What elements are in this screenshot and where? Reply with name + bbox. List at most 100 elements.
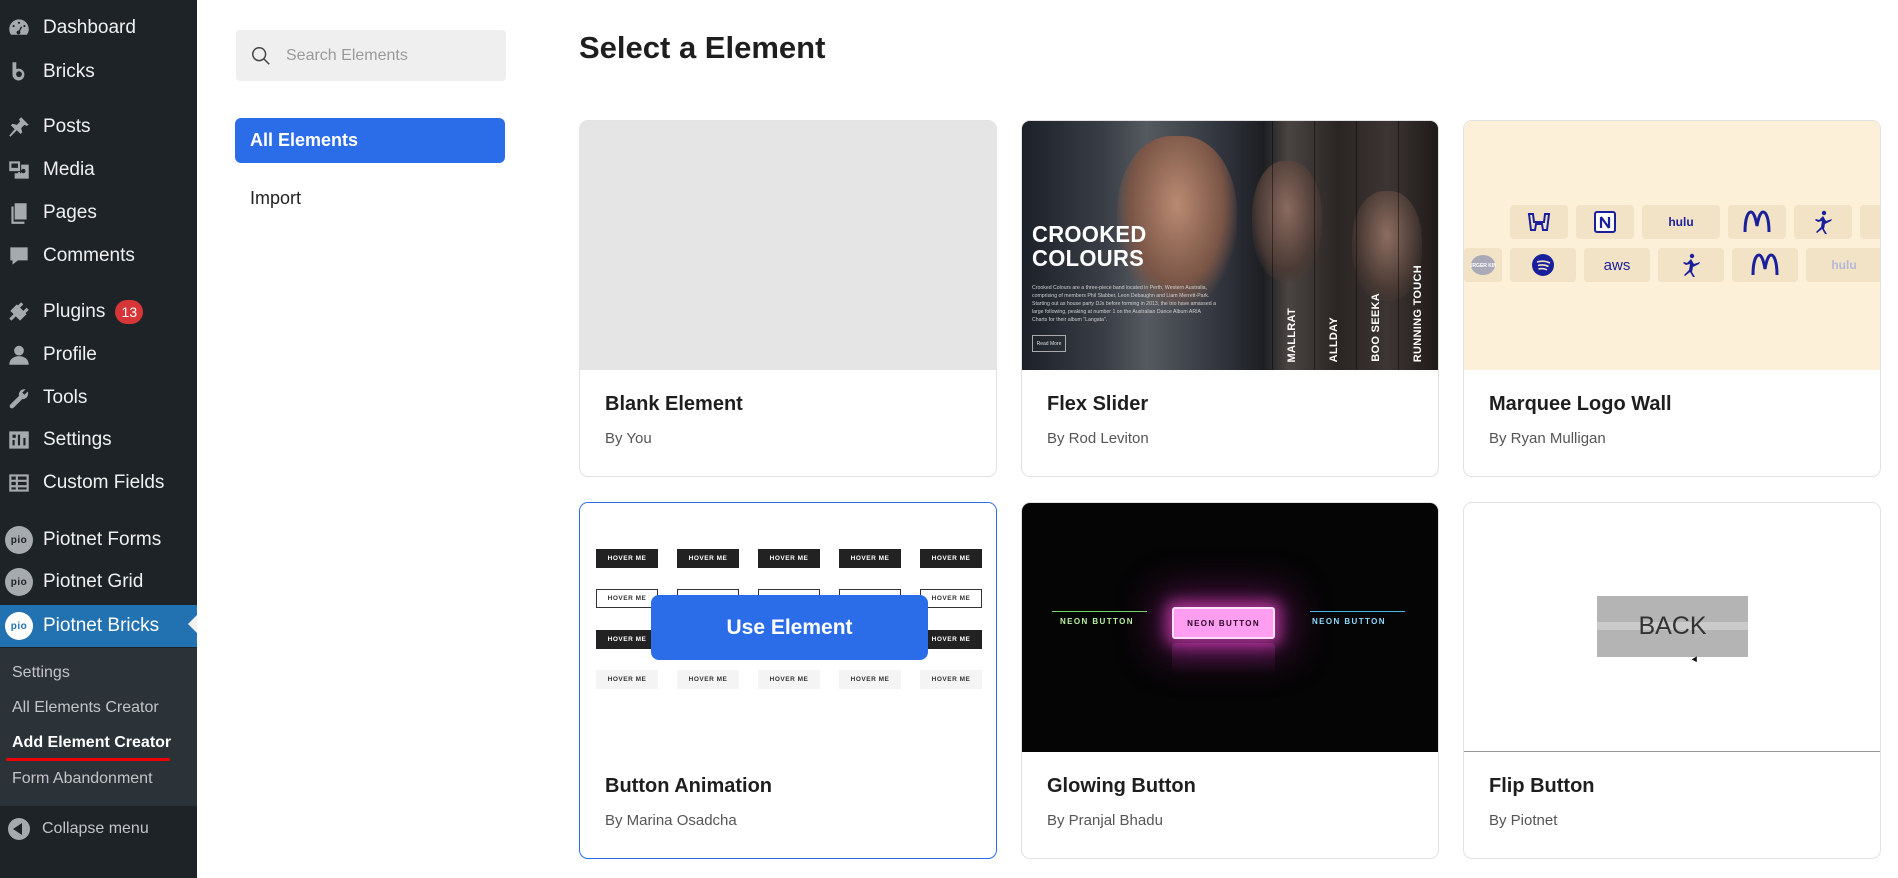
- portrait-photo: [1252, 161, 1322, 281]
- hover-me-sample: HOVER ME: [920, 549, 982, 568]
- sidebar-item-custom-fields[interactable]: Custom Fields: [0, 464, 197, 502]
- sidebar-item-piotnet-forms[interactable]: pio Piotnet Forms: [0, 521, 197, 559]
- submenu-item-add-element-creator[interactable]: Add Element Creator: [12, 728, 171, 758]
- logo-tile-partial: [1860, 205, 1880, 239]
- bricks-icon: [5, 58, 33, 86]
- element-card-flex-slider[interactable]: CROOKED COLOURS Crooked Colours are a thr…: [1021, 120, 1439, 477]
- sidebar-item-label: Plugins: [43, 301, 106, 322]
- card-author: By Rod Leviton: [1047, 430, 1149, 447]
- table-icon: [5, 469, 33, 497]
- slide-vertical-label: MALLRAT: [1286, 307, 1298, 362]
- slide-divider: [1314, 121, 1315, 370]
- dashboard-icon: [5, 14, 33, 42]
- submenu-item-all-elements-creator[interactable]: All Elements Creator: [12, 693, 159, 723]
- card-title: Marquee Logo Wall: [1489, 393, 1672, 415]
- submenu-item-settings[interactable]: Settings: [12, 658, 70, 688]
- card-preview: BACK: [1464, 503, 1880, 752]
- slide-title: CROOKED COLOURS: [1032, 220, 1147, 272]
- sidebar-item-label: Tools: [43, 387, 88, 408]
- sidebar-item-label: Settings: [43, 429, 112, 450]
- sidebar-item-label: Custom Fields: [43, 472, 165, 493]
- hover-me-sample: HOVER ME: [920, 670, 982, 689]
- card-author: By Marina Osadcha: [605, 812, 737, 829]
- sidebar-item-dashboard[interactable]: Dashboard: [0, 9, 197, 47]
- collapse-menu-button[interactable]: Collapse menu: [8, 812, 149, 846]
- mcdonalds-logo: [1732, 248, 1798, 282]
- piotnet-bricks-submenu: Settings All Elements Creator Add Elemen…: [0, 648, 197, 806]
- card-title: Blank Element: [605, 393, 743, 415]
- slide-divider: [1272, 121, 1273, 370]
- pin-icon: [5, 113, 33, 141]
- pio-icon: pio: [5, 526, 33, 554]
- spotify-logo: [1510, 248, 1576, 282]
- sidebar-item-label: Posts: [43, 116, 91, 137]
- hover-me-sample: HOVER ME: [839, 549, 901, 568]
- element-card-flip-button[interactable]: BACK Flip Button By Piotnet: [1463, 502, 1881, 859]
- element-card-blank[interactable]: Blank Element By You: [579, 120, 997, 477]
- aws-logo: aws: [1584, 248, 1650, 282]
- card-title: Flex Slider: [1047, 393, 1149, 415]
- slide-vertical-label: RUNNING TOUCH: [1412, 264, 1424, 362]
- admin-sidebar: Dashboard Bricks Posts Media Pages Comme…: [0, 0, 197, 878]
- sidebar-item-media[interactable]: Media: [0, 151, 197, 189]
- hover-me-sample: HOVER ME: [677, 549, 739, 568]
- card-title: Button Animation: [605, 775, 773, 797]
- sidebar-item-label: Bricks: [43, 61, 95, 82]
- pio-icon: pio: [5, 568, 33, 596]
- element-card-marquee-logo-wall[interactable]: hulu BURGER KING aws hulu Marquee Logo W…: [1463, 120, 1881, 477]
- jordan-logo: [1794, 205, 1852, 239]
- sidebar-item-piotnet-bricks[interactable]: pio Piotnet Bricks: [0, 605, 197, 647]
- collapse-arrow-icon: [8, 818, 30, 840]
- slide-divider: [1398, 121, 1399, 370]
- sidebar-item-plugins[interactable]: Plugins 13: [0, 293, 197, 331]
- filter-import[interactable]: Import: [250, 184, 301, 212]
- card-author: By Pranjal Bhadu: [1047, 812, 1163, 829]
- sidebar-item-piotnet-grid[interactable]: pio Piotnet Grid: [0, 563, 197, 601]
- sidebar-item-bricks[interactable]: Bricks: [0, 53, 197, 91]
- sidebar-item-settings[interactable]: Settings: [0, 421, 197, 459]
- element-card-glowing-button[interactable]: NEON BUTTON NEON BUTTON NEON BUTTON Glow…: [1021, 502, 1439, 859]
- hover-me-sample: HOVER ME: [677, 670, 739, 689]
- neon-button-center: NEON BUTTON: [1172, 607, 1275, 639]
- jordan-logo: [1658, 248, 1724, 282]
- hover-me-sample: HOVER ME: [596, 630, 658, 649]
- hulu-logo: hulu: [1642, 205, 1720, 239]
- plugin-icon: [5, 298, 33, 326]
- card-preview: hulu BURGER KING aws hulu: [1464, 121, 1880, 370]
- search-input[interactable]: [286, 46, 486, 65]
- card-author: By Ryan Mulligan: [1489, 430, 1606, 447]
- user-icon: [5, 341, 33, 369]
- search-icon: [252, 46, 270, 65]
- slide-divider: [1356, 121, 1357, 370]
- settings-icon: [5, 426, 33, 454]
- burger-king-logo: BURGER KING: [1464, 248, 1502, 282]
- sidebar-item-pages[interactable]: Pages: [0, 194, 197, 232]
- card-preview: NEON BUTTON NEON BUTTON NEON BUTTON: [1022, 503, 1438, 752]
- page-title: Select a Element: [579, 30, 826, 65]
- sidebar-item-profile[interactable]: Profile: [0, 336, 197, 374]
- sidebar-item-label: Pages: [43, 202, 97, 223]
- media-icon: [5, 156, 33, 184]
- hulu-logo-faded: hulu: [1806, 248, 1880, 282]
- sidebar-item-label: Piotnet Grid: [43, 571, 144, 592]
- neon-reflection: [1172, 643, 1275, 673]
- submenu-item-form-abandonment[interactable]: Form Abandonment: [12, 764, 153, 794]
- sidebar-item-tools[interactable]: Tools: [0, 379, 197, 417]
- hover-me-sample: HOVER ME: [758, 549, 820, 568]
- sidebar-item-label: Profile: [43, 344, 97, 365]
- slide-vertical-label: ALLDAY: [1328, 316, 1340, 362]
- use-element-button[interactable]: Use Element: [651, 595, 928, 660]
- sidebar-item-comments[interactable]: Comments: [0, 237, 197, 275]
- element-card-button-animation[interactable]: HOVER ME HOVER ME HOVER ME HOVER ME HOVER ME…: [579, 502, 997, 859]
- slide-body-text: Crooked Colours are a three-piece band l…: [1032, 285, 1216, 323]
- filter-all-elements[interactable]: All Elements: [235, 118, 505, 163]
- sidebar-item-label: Piotnet Forms: [43, 529, 162, 550]
- card-title: Flip Button: [1489, 775, 1595, 797]
- sidebar-item-posts[interactable]: Posts: [0, 108, 197, 146]
- search-field[interactable]: [236, 30, 506, 81]
- hover-me-sample: HOVER ME: [596, 549, 658, 568]
- card-preview: CROOKED COLOURS Crooked Colours are a thr…: [1022, 121, 1438, 370]
- sidebar-item-label: Piotnet Bricks: [43, 615, 160, 636]
- slide-read-more: Read More: [1032, 335, 1066, 352]
- neon-line: [1052, 611, 1147, 612]
